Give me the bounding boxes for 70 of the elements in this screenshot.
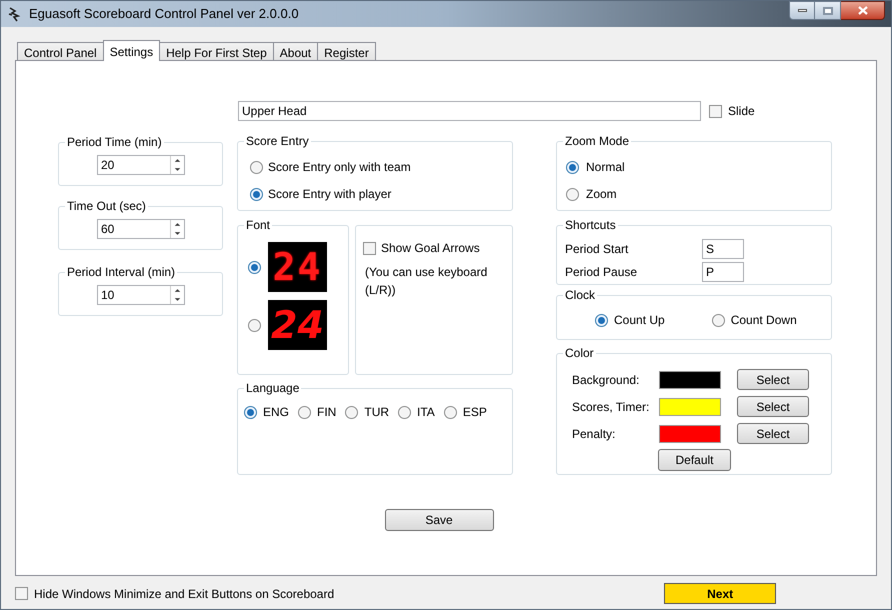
tab[interactable]: Help For First Step	[159, 42, 274, 60]
radio-button[interactable]	[250, 188, 263, 200]
minimize-icon[interactable]	[789, 1, 815, 20]
font-preview: 24	[268, 242, 327, 292]
checkbox[interactable]	[709, 104, 722, 118]
radio-button[interactable]	[345, 406, 358, 418]
radio-button[interactable]	[298, 406, 312, 418]
checkbox-label: Hide Windows Minimize and Exit Buttons on Scoreboard	[34, 586, 334, 602]
maximize-icon[interactable]	[815, 1, 841, 20]
next-button[interactable]: Next	[664, 583, 776, 604]
radio-button[interactable]	[244, 406, 257, 418]
radio-button[interactable]	[566, 188, 579, 200]
tab[interactable]: Register	[317, 42, 376, 60]
color-label: Penalty:	[572, 426, 616, 442]
app-icon	[7, 6, 21, 22]
radio-button[interactable]	[566, 160, 579, 174]
shortcut-field[interactable]: S	[702, 239, 744, 259]
push-button[interactable]: Select	[737, 423, 809, 444]
option-label: Zoom	[586, 186, 617, 203]
push-button[interactable]: Select	[737, 369, 809, 390]
checkbox-label: Slide	[728, 103, 755, 120]
option-label: Score Entry only with team	[268, 159, 411, 176]
shortcut-label: Period Pause	[565, 264, 638, 281]
radio-button[interactable]	[248, 318, 261, 332]
group-title: Shortcuts	[563, 218, 618, 232]
number-spinner[interactable]: 20	[97, 155, 185, 175]
push-button[interactable]: Save	[384, 509, 494, 531]
group-title: Time Out (sec)	[65, 199, 148, 213]
radio-button[interactable]	[248, 260, 261, 274]
option-label: Normal	[586, 159, 625, 176]
radio-button[interactable]	[595, 314, 608, 326]
radio-button[interactable]	[712, 314, 725, 326]
group-title: Period Interval (min)	[65, 265, 178, 279]
tab[interactable]: About	[272, 42, 318, 60]
tab[interactable]: Control Panel	[17, 42, 104, 60]
radio-button[interactable]	[398, 406, 412, 418]
radio-button[interactable]	[444, 406, 457, 418]
option-label: ESP	[462, 404, 487, 421]
font-preview: 24	[268, 300, 327, 350]
shortcut-field[interactable]: P	[702, 262, 744, 282]
option-label: ITA	[417, 404, 435, 421]
group-title: Score Entry	[244, 134, 311, 148]
color-label: Background:	[572, 372, 640, 388]
checkbox-label: Show Goal Arrows	[381, 240, 480, 257]
option-label: Score Entry with player	[268, 186, 392, 203]
window-title: Eguasoft Scoreboard Control Panel ver 2.0.0.0	[29, 5, 299, 24]
number-spinner[interactable]: 10	[97, 285, 185, 305]
group-title: Font	[244, 218, 272, 232]
hint-text: (You can use keyboard (L/R))	[365, 264, 488, 299]
number-spinner[interactable]: 60	[97, 219, 185, 239]
color-label: Scores, Timer:	[572, 398, 650, 416]
group-title: Period Time (min)	[65, 135, 164, 149]
option-label: Count Down	[730, 312, 797, 329]
text-field[interactable]: Upper Head	[238, 101, 701, 121]
option-label: Count Up	[614, 312, 665, 329]
group-title: Clock	[563, 288, 598, 302]
radio-button[interactable]	[250, 160, 263, 174]
group-title: Language	[244, 381, 302, 395]
option-label: ENG	[263, 404, 290, 421]
option-label: TUR	[364, 404, 390, 421]
shortcut-label: Period Start	[565, 241, 630, 258]
checkbox[interactable]	[15, 587, 28, 600]
group-title: Color	[563, 346, 596, 360]
push-button[interactable]: Select	[737, 396, 809, 417]
option-label: FIN	[317, 404, 336, 421]
group-title: Zoom Mode	[563, 134, 632, 148]
close-icon[interactable]	[841, 1, 885, 20]
push-button[interactable]: Default	[658, 449, 731, 471]
checkbox[interactable]	[363, 242, 376, 254]
tab[interactable]: Settings	[102, 40, 160, 61]
